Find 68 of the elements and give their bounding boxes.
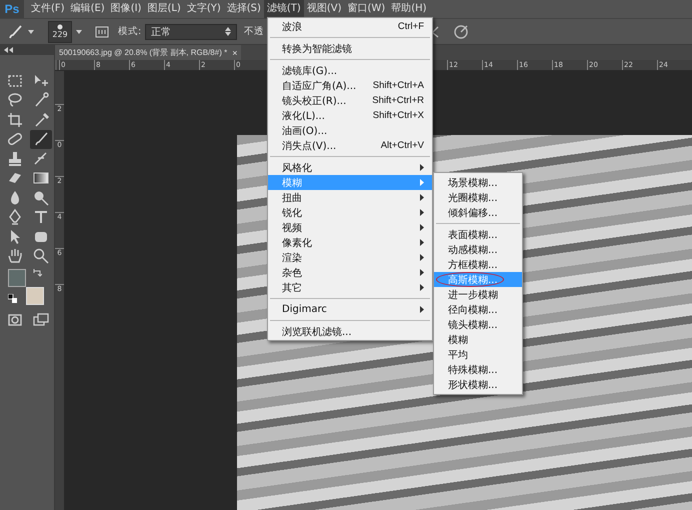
- swap-arrows-icon[interactable]: [32, 268, 42, 278]
- up-down-arrows-icon: [225, 27, 232, 36]
- menu-item[interactable]: 平均: [434, 347, 522, 362]
- brush-preset-picker[interactable]: 229: [48, 20, 72, 42]
- menu-item[interactable]: 场景模糊...: [434, 175, 522, 190]
- brush-size: 229: [52, 30, 68, 39]
- menu-item[interactable]: 文件(F): [28, 0, 68, 18]
- menu-item[interactable]: 滤镜(T): [264, 0, 304, 18]
- lasso-icon: [6, 91, 24, 110]
- menu-item[interactable]: 动感模糊...: [434, 242, 522, 257]
- close-tab-button[interactable]: ×: [232, 48, 238, 58]
- default-colors-icon[interactable]: [8, 294, 17, 303]
- menu-item[interactable]: 自适应广角(A)... Shift+Ctrl+A: [268, 78, 432, 93]
- menu-item[interactable]: 油画(O)...: [268, 123, 432, 138]
- foreground-color-swatch[interactable]: [8, 269, 26, 287]
- menu-item[interactable]: Digimarc: [268, 302, 432, 317]
- brush-panel-icon[interactable]: [94, 24, 110, 40]
- menu-item[interactable]: 锐化: [268, 205, 432, 220]
- menu-item[interactable]: 选择(S): [224, 0, 264, 18]
- menu-item[interactable]: 倾斜偏移...: [434, 205, 522, 220]
- menu-item[interactable]: 图层(L): [144, 0, 184, 18]
- menu-item[interactable]: 形状模糊...: [434, 377, 522, 392]
- menu-item[interactable]: 消失点(V)... Alt+Ctrl+V: [268, 138, 432, 153]
- menu-item[interactable]: 窗口(W): [344, 0, 388, 18]
- mode-dropdown[interactable]: 正常: [145, 24, 238, 40]
- menu-item[interactable]: 模糊: [434, 332, 522, 347]
- crop-icon: [6, 110, 24, 129]
- menu-item[interactable]: 浏览联机滤镜...: [268, 324, 432, 339]
- menu-item[interactable]: 液化(L)... Shift+Ctrl+X: [268, 108, 432, 123]
- menu-item[interactable]: 风格化: [268, 160, 432, 175]
- menu-item[interactable]: 帮助(H): [388, 0, 430, 18]
- zoom-icon: [32, 247, 50, 266]
- background-color-swatch[interactable]: [26, 287, 44, 305]
- document-title: 500190663.jpg @ 20.8% (背景 副本, RGB/8#) *: [59, 47, 228, 58]
- menu-item[interactable]: 镜头模糊...: [434, 317, 522, 332]
- menu-item[interactable]: 进一步模糊: [434, 287, 522, 302]
- document-tab[interactable]: 500190663.jpg @ 20.8% (背景 副本, RGB/8#) * ×: [55, 45, 242, 60]
- target-icon[interactable]: [452, 22, 470, 40]
- menu-item[interactable]: 波浪 Ctrl+F: [268, 19, 432, 34]
- dot-icon: [56, 24, 64, 30]
- app-logo: Ps: [0, 0, 24, 18]
- menu-item[interactable]: 图像(I): [108, 0, 144, 18]
- menu-item[interactable]: 编辑(E): [68, 0, 108, 18]
- caret-icon[interactable]: [76, 28, 82, 34]
- menu-item[interactable]: 渲染: [268, 250, 432, 265]
- menu-item[interactable]: 像素化: [268, 235, 432, 250]
- opacity-label: 不透: [244, 25, 264, 38]
- menu-item[interactable]: 其它: [268, 280, 432, 295]
- menu-item[interactable]: 镜头校正(R)... Shift+Ctrl+R: [268, 93, 432, 108]
- mode-label: 模式:: [118, 25, 142, 38]
- menu-item[interactable]: 滤镜库(G)...: [268, 63, 432, 78]
- menu-item[interactable]: 光圈模糊...: [434, 190, 522, 205]
- dodge-icon: [32, 188, 50, 207]
- menu-item[interactable]: 方框模糊...: [434, 257, 522, 272]
- caret-icon[interactable]: [28, 28, 34, 34]
- collapse-icon[interactable]: [4, 47, 14, 53]
- menu-item[interactable]: 转换为智能滤镜: [268, 41, 432, 56]
- stamp-icon: [6, 150, 24, 168]
- menu-item[interactable]: 视图(V): [304, 0, 344, 18]
- hand-icon: [6, 247, 24, 266]
- tool-button[interactable]: [30, 130, 52, 149]
- menu-item[interactable]: 扭曲: [268, 190, 432, 205]
- menu-item[interactable]: 特殊模糊...: [434, 362, 522, 377]
- menu-item[interactable]: 径向模糊...: [434, 302, 522, 317]
- menu-item[interactable]: 视频: [268, 220, 432, 235]
- menu-item[interactable]: 杂色: [268, 265, 432, 280]
- menu-item[interactable]: 文字(Y): [184, 0, 224, 18]
- menu-item[interactable]: 表面模糊...: [434, 227, 522, 242]
